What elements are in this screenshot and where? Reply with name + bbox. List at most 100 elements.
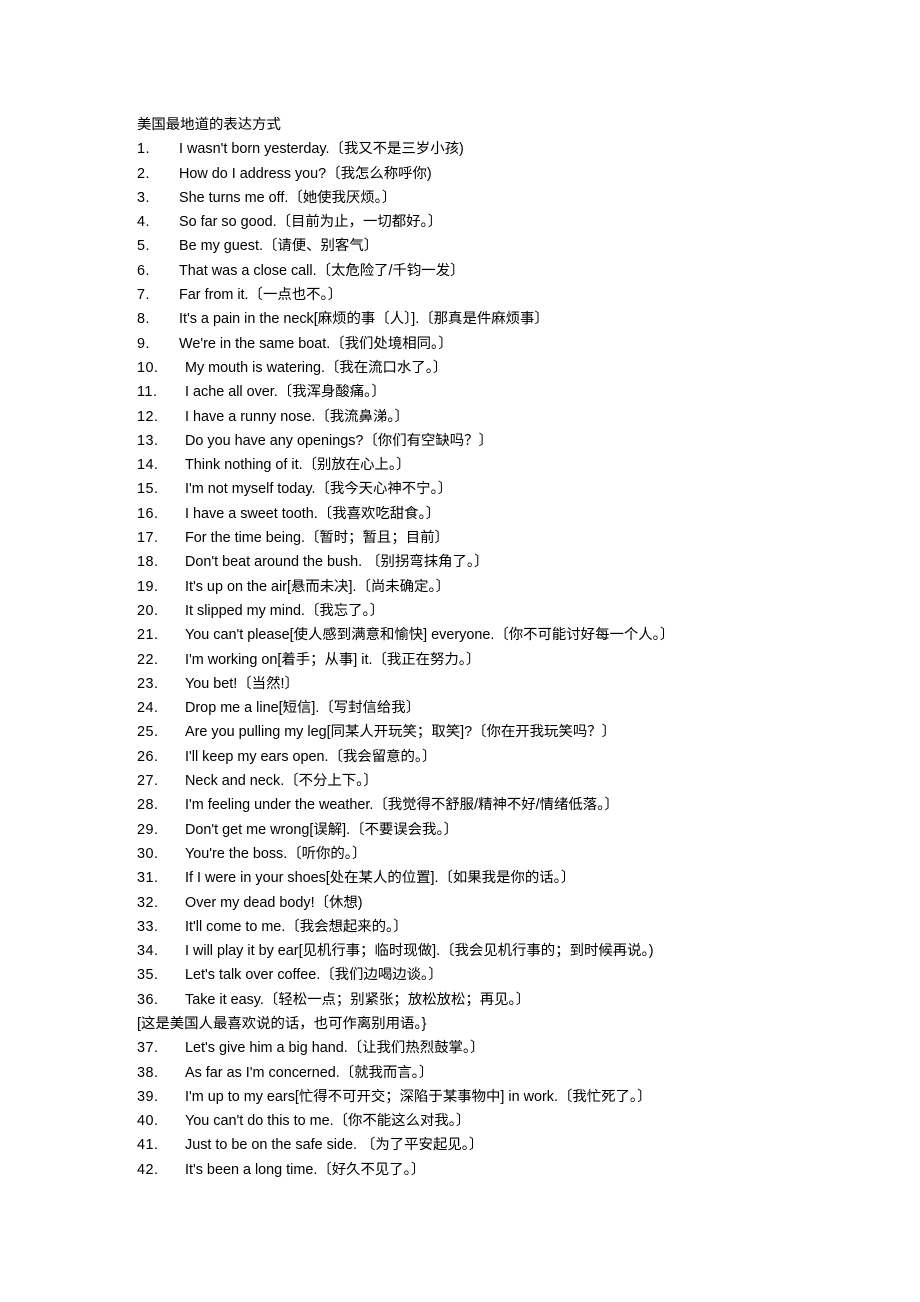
list-item-text: I have a runny nose.〔我流鼻涕。〕 <box>185 408 409 425</box>
list-item: 29. Don't get me wrong[误解].〔不要误会我。〕 <box>137 818 877 842</box>
list-item-number: 33. <box>137 918 159 935</box>
list-item-number: 16. <box>137 505 159 522</box>
list-item-number: 32. <box>137 894 159 911</box>
list-item-number: 30. <box>137 845 159 862</box>
list-item: 20. It slipped my mind.〔我忘了。〕 <box>137 599 877 623</box>
list-item: 1. I wasn't born yesterday.〔我又不是三岁小孩) <box>137 137 877 161</box>
list-item-text: I'll keep my ears open.〔我会留意的。〕 <box>185 748 437 765</box>
list-item: 8. It's a pain in the neck[麻烦的事〔人〕].〔那真是件… <box>137 307 877 331</box>
list-item-text: We're in the same boat.〔我们处境相同。〕 <box>179 335 453 352</box>
list-item-text: I'm up to my ears[忙得不可开交；深陷于某事物中] in wor… <box>185 1088 652 1105</box>
list-item: 6. That was a close call.〔太危险了/千钧一发〕 <box>137 259 877 283</box>
list-item: 21. You can't please[使人感到满意和愉快] everyone.… <box>137 623 877 647</box>
list-item-number: 5. <box>137 238 151 255</box>
list-item-text: How do I address you?〔我怎么称呼你) <box>179 165 432 182</box>
list-item-number: 4. <box>137 214 151 231</box>
list-item-number: 6. <box>137 262 151 279</box>
list-item-number: 3. <box>137 189 151 206</box>
list-item-number: 20. <box>137 602 159 619</box>
idiom-list-part-two: 37. Let's give him a big hand.〔让我们热烈鼓掌。〕 3… <box>137 1036 877 1182</box>
list-item-number: 25. <box>137 724 159 741</box>
list-item: 41. Just to be on the safe side. 〔为了平安起见。… <box>137 1133 877 1157</box>
list-item-text: Be my guest.〔请便、别客气〕 <box>179 238 379 255</box>
list-item-text: You can't do this to me.〔你不能这么对我。〕 <box>185 1113 471 1130</box>
list-item-text: Let's give him a big hand.〔让我们热烈鼓掌。〕 <box>185 1040 485 1057</box>
list-item: 15. I'm not myself today.〔我今天心神不宁。〕 <box>137 477 877 501</box>
list-item-text: It's up on the air[悬而未决].〔尚未确定。〕 <box>185 578 451 595</box>
list-item-text: You can't please[使人感到满意和愉快] everyone.〔你不… <box>185 627 675 644</box>
list-item-text: Take it easy.〔轻松一点；别紧张；放松放松；再见。〕 <box>185 991 531 1008</box>
list-item: 11. I ache all over.〔我浑身酸痛。〕 <box>137 380 877 404</box>
list-item: 30. You're the boss.〔听你的。〕 <box>137 842 877 866</box>
list-item-number: 17. <box>137 530 159 547</box>
list-item-number: 9. <box>137 335 151 352</box>
list-item: 36. Take it easy.〔轻松一点；别紧张；放松放松；再见。〕 <box>137 988 877 1012</box>
list-item: 35. Let's talk over coffee.〔我们边喝边谈。〕 <box>137 963 877 987</box>
list-item-text: Do you have any openings?〔你们有空缺吗？〕 <box>185 432 493 449</box>
list-item: 42. It's been a long time.〔好久不见了。〕 <box>137 1158 877 1182</box>
list-item-number: 26. <box>137 748 159 765</box>
list-item-number: 21. <box>137 627 159 644</box>
continuation-note: [这是美国人最喜欢说的话，也可作离别用语。} <box>137 1015 427 1032</box>
list-item: 7. Far from it.〔一点也不。〕 <box>137 283 877 307</box>
list-item-number: 7. <box>137 287 151 304</box>
list-item-number: 15. <box>137 481 159 498</box>
list-item-number: 13. <box>137 432 159 449</box>
list-item: 39. I'm up to my ears[忙得不可开交；深陷于某事物中] in … <box>137 1085 877 1109</box>
list-item-text: I wasn't born yesterday.〔我又不是三岁小孩) <box>179 141 464 158</box>
list-item-text: I have a sweet tooth.〔我喜欢吃甜食。〕 <box>185 505 441 522</box>
list-item-text: Just to be on the safe side. 〔为了平安起见。〕 <box>185 1137 484 1154</box>
list-item: 23. You bet!〔当然!〕 <box>137 672 877 696</box>
list-item-text: If I were in your shoes[处在某人的位置].〔如果我是你的… <box>185 870 576 887</box>
list-item: 13. Do you have any openings?〔你们有空缺吗？〕 <box>137 429 877 453</box>
list-item-number: 35. <box>137 967 159 984</box>
list-item-number: 22. <box>137 651 159 668</box>
list-item: 14. Think nothing of it.〔别放在心上。〕 <box>137 453 877 477</box>
list-item: 19. It's up on the air[悬而未决].〔尚未确定。〕 <box>137 575 877 599</box>
list-item-number: 11. <box>137 384 158 401</box>
list-item: 40. You can't do this to me.〔你不能这么对我。〕 <box>137 1109 877 1133</box>
document-body: 美国最地道的表达方式 1. I wasn't born yesterday.〔我又… <box>137 113 877 1182</box>
list-item-text: Don't beat around the bush. 〔别拐弯抹角了。〕 <box>185 554 489 571</box>
list-item-text: She turns me off.〔她使我厌烦。〕 <box>179 189 397 206</box>
list-item-text: Drop me a line[短信].〔写封信给我〕 <box>185 700 421 717</box>
list-item-text: I ache all over.〔我浑身酸痛。〕 <box>185 384 386 401</box>
list-item-text: Neck and neck.〔不分上下。〕 <box>185 773 378 790</box>
list-item-text: As far as I'm concerned.〔就我而言。〕 <box>185 1064 434 1081</box>
list-item: 17. For the time being.〔暂时；暂且；目前〕 <box>137 526 877 550</box>
list-item: 10. My mouth is watering.〔我在流口水了。〕 <box>137 356 877 380</box>
list-item: 9. We're in the same boat.〔我们处境相同。〕 <box>137 332 877 356</box>
list-item-number: 37. <box>137 1040 159 1057</box>
list-item-text: So far so good.〔目前为止，一切都好。〕 <box>179 214 443 231</box>
list-item-number: 41. <box>137 1137 159 1154</box>
list-item: 4. So far so good.〔目前为止，一切都好。〕 <box>137 210 877 234</box>
list-item-text: It slipped my mind.〔我忘了。〕 <box>185 602 385 619</box>
idiom-list-part-one: 1. I wasn't born yesterday.〔我又不是三岁小孩) 2. Ho… <box>137 137 877 1012</box>
list-item-text: Think nothing of it.〔别放在心上。〕 <box>185 457 411 474</box>
list-item-number: 34. <box>137 943 159 960</box>
list-item-number: 1. <box>137 141 151 158</box>
list-item-number: 23. <box>137 675 159 692</box>
list-item-number: 40. <box>137 1113 159 1130</box>
list-item-text: My mouth is watering.〔我在流口水了。〕 <box>185 359 448 376</box>
list-item-number: 31. <box>137 870 159 887</box>
list-item-number: 8. <box>137 311 151 328</box>
list-item-number: 28. <box>137 797 159 814</box>
list-item-number: 14. <box>137 457 159 474</box>
list-item-text: Don't get me wrong[误解].〔不要误会我。〕 <box>185 821 459 838</box>
list-item-text: For the time being.〔暂时；暂且；目前〕 <box>185 530 449 547</box>
list-item-number: 19. <box>137 578 159 595</box>
list-item: 27. Neck and neck.〔不分上下。〕 <box>137 769 877 793</box>
list-item: 12. I have a runny nose.〔我流鼻涕。〕 <box>137 405 877 429</box>
list-item-number: 36. <box>137 991 159 1008</box>
list-item-text: I'm not myself today.〔我今天心神不宁。〕 <box>185 481 453 498</box>
list-item-number: 12. <box>137 408 159 425</box>
list-item-text: Over my dead body!〔休想) <box>185 894 363 911</box>
list-item: 32. Over my dead body!〔休想) <box>137 891 877 915</box>
list-item: 2. How do I address you?〔我怎么称呼你) <box>137 162 877 186</box>
list-item: 37. Let's give him a big hand.〔让我们热烈鼓掌。〕 <box>137 1036 877 1060</box>
list-item: 28. I'm feeling under the weather.〔我觉得不舒服… <box>137 793 877 817</box>
list-item: 5. Be my guest.〔请便、别客气〕 <box>137 234 877 258</box>
list-item: 38. As far as I'm concerned.〔就我而言。〕 <box>137 1061 877 1085</box>
list-item-number: 39. <box>137 1088 159 1105</box>
